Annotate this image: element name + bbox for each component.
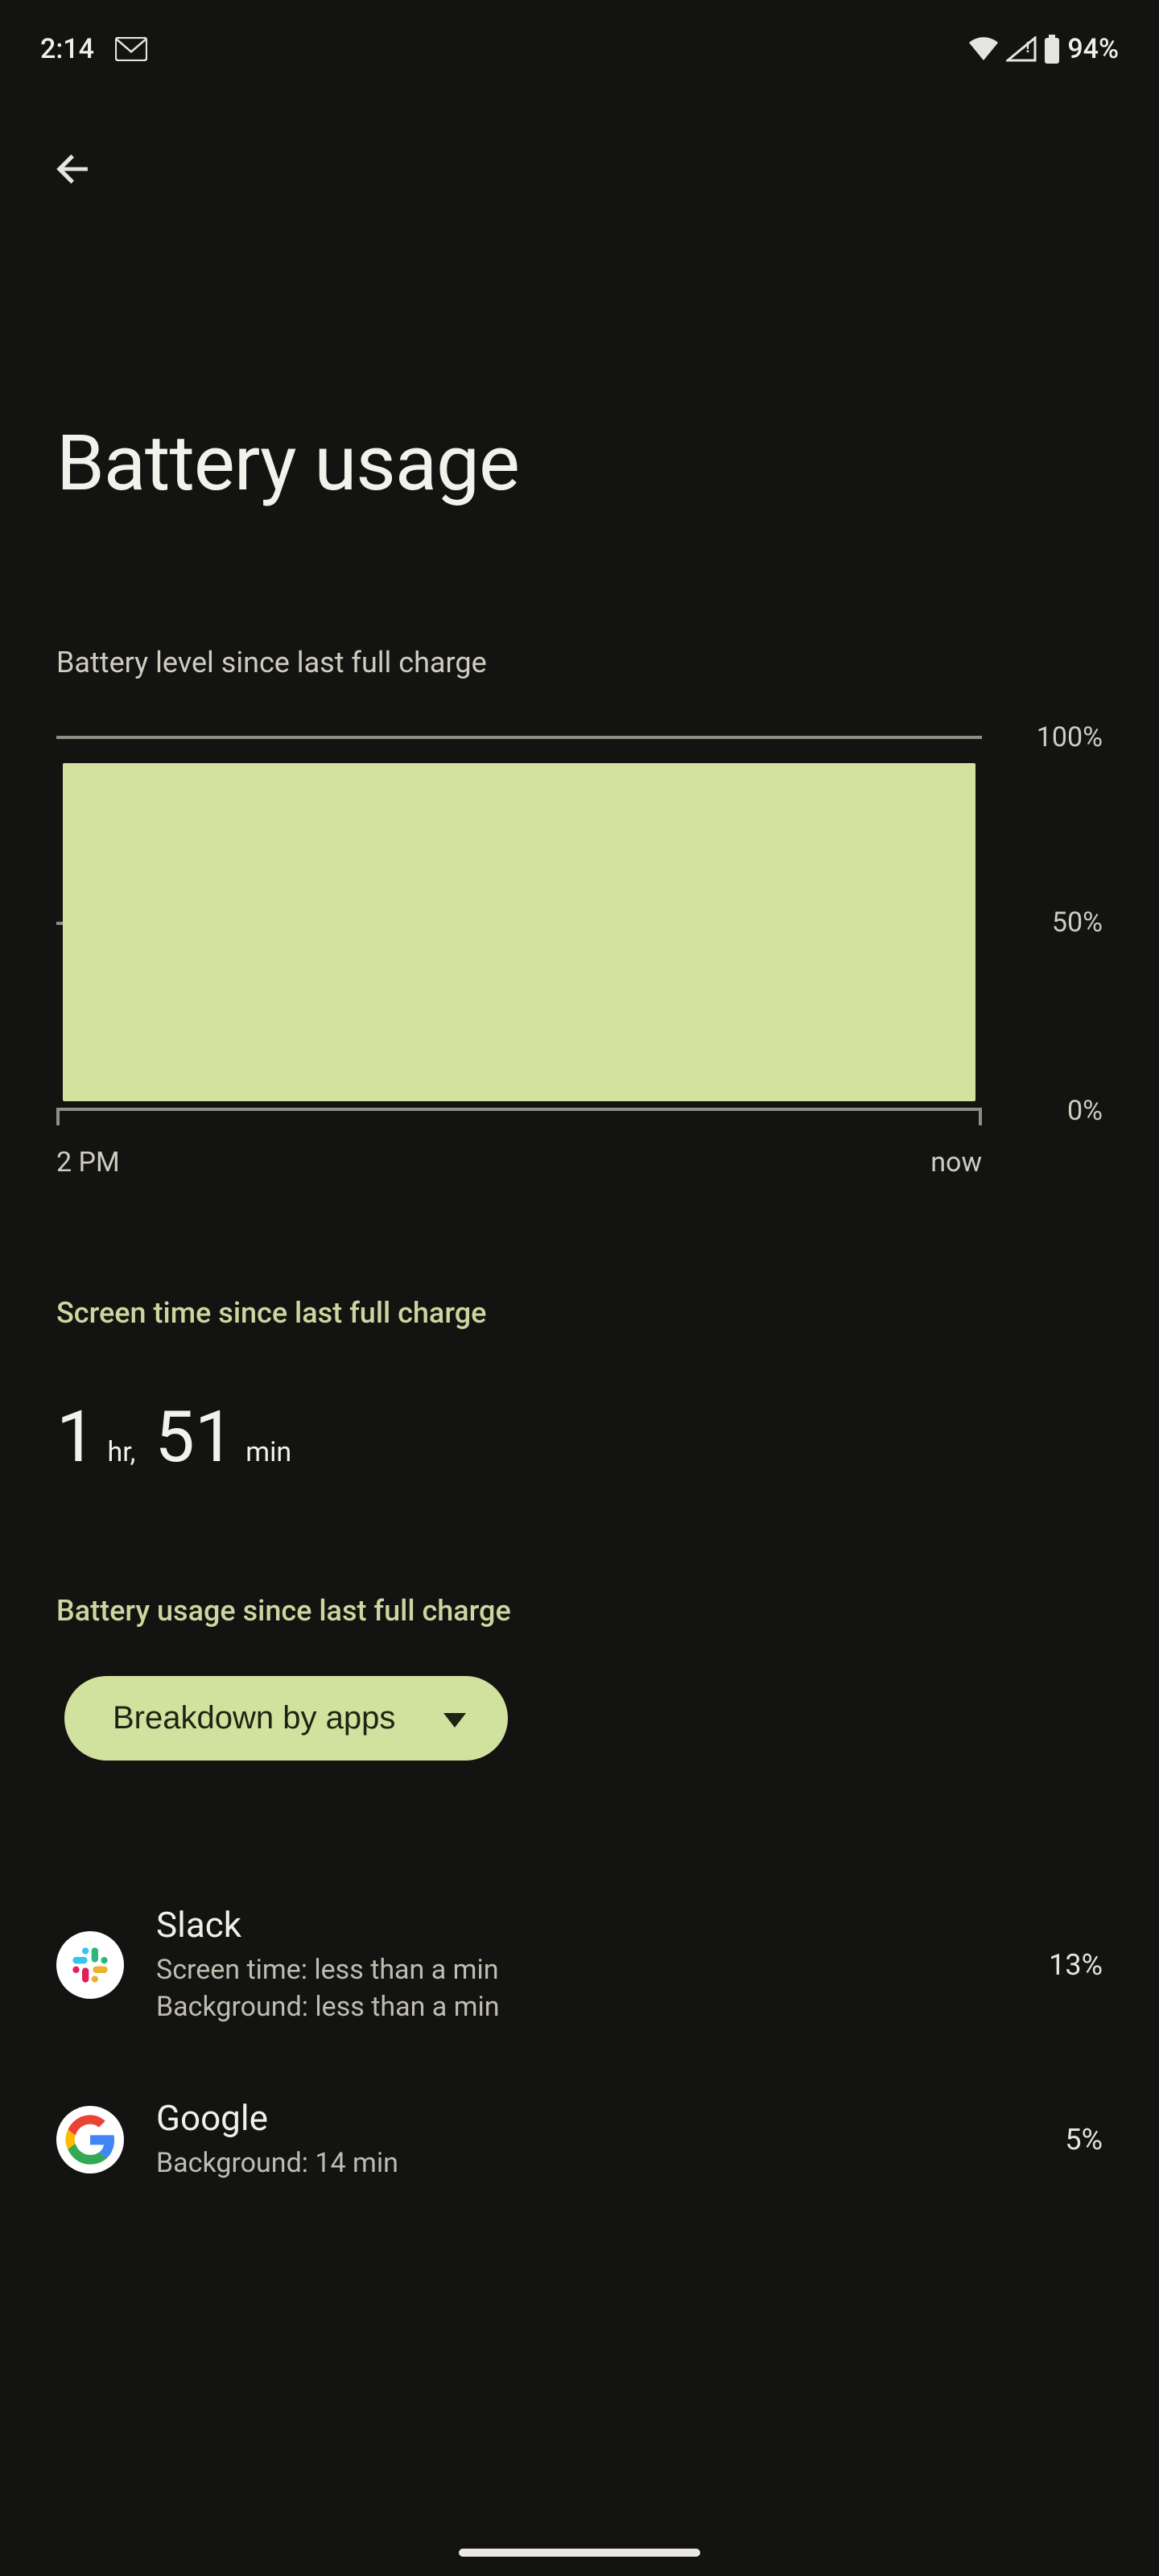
- breakdown-dropdown[interactable]: Breakdown by apps: [64, 1676, 508, 1761]
- app-usage-list: Slack Screen time: less than a min Backg…: [0, 1881, 1159, 2231]
- chart-ylabel-0: 0%: [1067, 1095, 1103, 1127]
- chevron-down-icon: [443, 1713, 466, 1728]
- usage-header: Battery usage since last full charge: [0, 1594, 1159, 1628]
- status-time: 2:14: [40, 33, 94, 65]
- status-right: ! 94%: [967, 33, 1119, 65]
- google-icon: [56, 2106, 124, 2174]
- status-battery-text: 94%: [1067, 33, 1119, 65]
- app-name: Slack: [156, 1904, 1017, 1946]
- battery-chart: 100% 50% 0% 2 PM now: [56, 728, 1103, 1146]
- app-text: Slack Screen time: less than a min Backg…: [156, 1904, 1017, 2026]
- chart-xlabel-end: now: [930, 1146, 982, 1179]
- chart-plot-area: [56, 736, 982, 1111]
- svg-text:!: !: [1025, 39, 1030, 56]
- status-bar: 2:14 ! 94%: [0, 0, 1159, 80]
- app-bar: [0, 80, 1159, 201]
- battery-icon: [1043, 35, 1061, 64]
- screen-time-mins-unit: min: [245, 1436, 291, 1468]
- breakdown-dropdown-label: Breakdown by apps: [113, 1700, 395, 1736]
- chart-fill: [63, 763, 975, 1101]
- status-left: 2:14: [40, 33, 147, 65]
- screen-time-hours: 1: [56, 1402, 96, 1473]
- app-text: Google Background: 14 min: [156, 2097, 1033, 2182]
- screen-time-value: 1 hr, 51 min: [0, 1330, 1159, 1473]
- app-subline-1: Background: 14 min: [156, 2145, 1033, 2182]
- screen-time-mins: 51: [155, 1402, 234, 1473]
- chart-caption: Battery level since last full charge: [0, 509, 1159, 679]
- wifi-icon: [967, 36, 1000, 62]
- chart-ylabel-100: 100%: [1037, 721, 1103, 753]
- back-button[interactable]: [42, 137, 106, 201]
- screen-time-header: Screen time since last full charge: [0, 1296, 1159, 1330]
- app-subline-1: Screen time: less than a min: [156, 1952, 1017, 1989]
- arrow-left-icon: [51, 146, 97, 192]
- nav-handle[interactable]: [459, 2549, 700, 2557]
- app-row-slack[interactable]: Slack Screen time: less than a min Backg…: [56, 1881, 1103, 2074]
- app-subline-2: Background: less than a min: [156, 1989, 1017, 2026]
- slack-icon: [56, 1931, 124, 1999]
- app-row-google[interactable]: Google Background: 14 min 5%: [56, 2074, 1103, 2231]
- chart-ylabel-50: 50%: [1052, 906, 1103, 939]
- chart-xticks: 2 PM now: [56, 1146, 982, 1179]
- gmail-icon: [115, 37, 147, 61]
- signal-icon: !: [1006, 36, 1037, 62]
- app-name: Google: [156, 2097, 1033, 2139]
- app-percent: 5%: [1065, 2123, 1103, 2157]
- screen-time-hours-unit: hr,: [107, 1436, 135, 1468]
- page-title: Battery usage: [0, 201, 1159, 509]
- app-percent: 13%: [1049, 1948, 1103, 1982]
- chart-xlabel-start: 2 PM: [56, 1146, 120, 1179]
